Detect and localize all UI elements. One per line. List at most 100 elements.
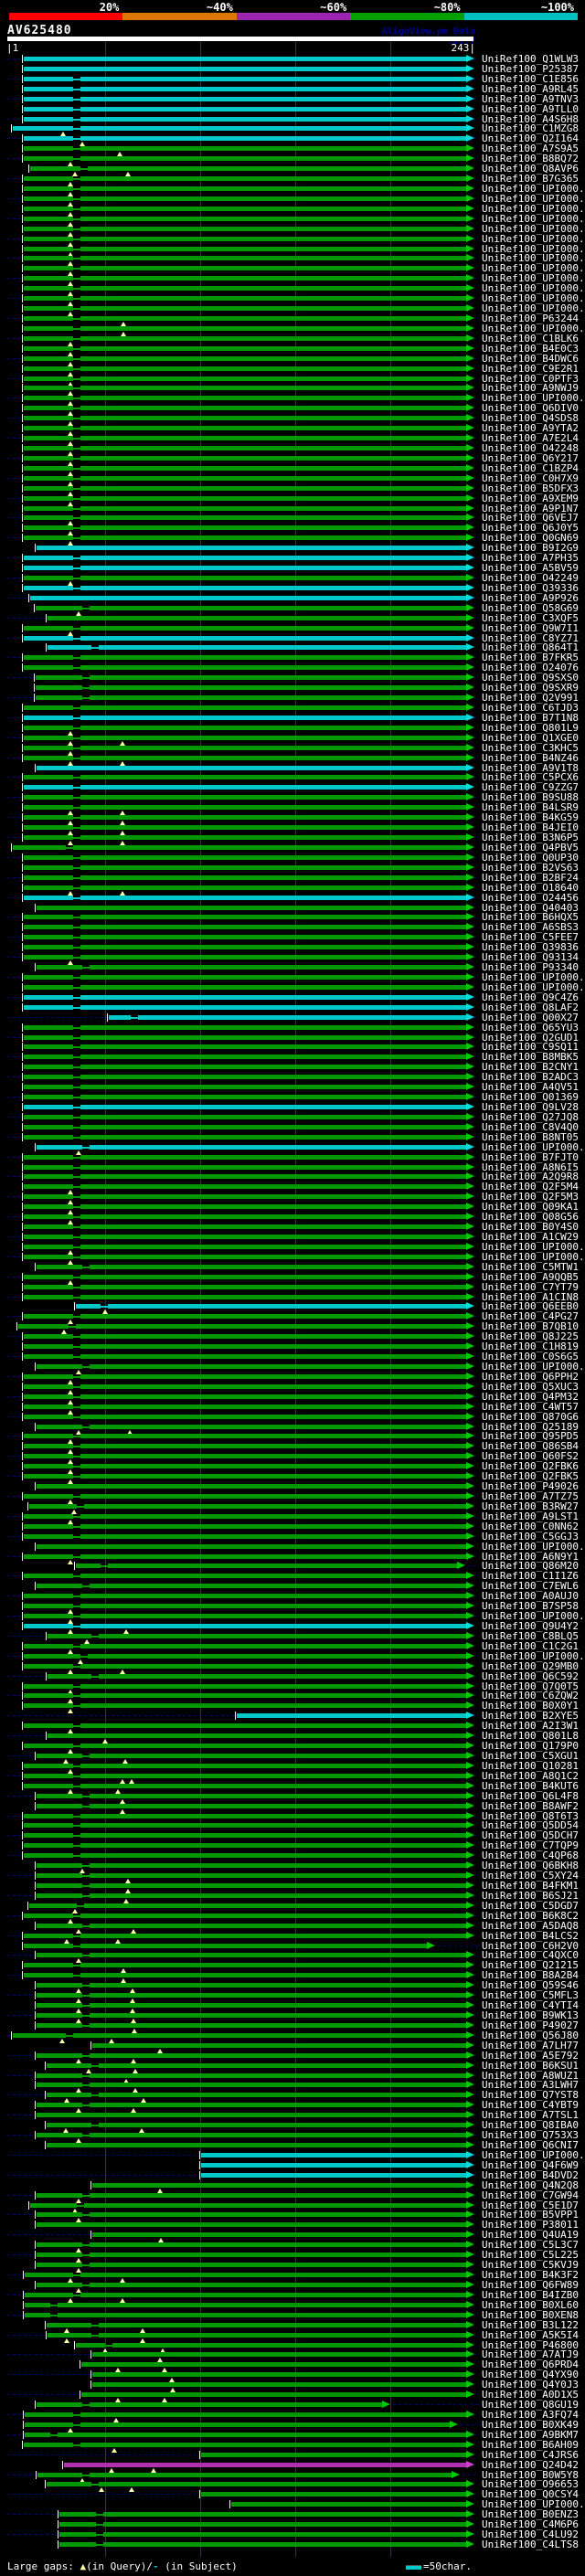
hit-bar-gap-segment: [73, 1167, 80, 1169]
hit-bar-arrow-icon: [466, 2510, 474, 2518]
hit-bar-arrow-icon: [466, 1612, 474, 1619]
hit-bar: [24, 1194, 73, 1199]
hit-bar-gap-segment: [82, 2055, 90, 2057]
hit-start-tick: [22, 663, 23, 672]
hit-bar-arrow-icon: [466, 1981, 474, 1988]
hit-bar: [24, 576, 73, 580]
hit-bar-gap-segment: [73, 877, 80, 879]
hit-bar: [80, 825, 466, 830]
hit-bar-gap-segment: [73, 1277, 80, 1278]
hit-bar-gap-segment: [73, 1066, 80, 1068]
hit-bar-gap-segment: [73, 1406, 80, 1408]
hit-bar-arrow-icon: [466, 594, 474, 601]
hit-bar-gap-segment: [82, 2075, 90, 2077]
hit-bar-arrow-icon: [466, 1762, 474, 1769]
hit-start-tick: [22, 394, 23, 402]
hit-start-tick: [22, 1273, 23, 1281]
hit-bar: [37, 2003, 82, 2008]
hit-bar-gap-segment: [73, 428, 80, 429]
hit-bar-arrow-icon: [466, 2271, 474, 2278]
hit-bar: [24, 1774, 73, 1778]
hit-start-tick: [35, 1882, 36, 1890]
hit-bar: [80, 1534, 466, 1539]
hit-bar-gap-segment: [73, 138, 80, 140]
hit-bar: [47, 2323, 91, 2327]
hit-bar: [90, 2013, 466, 2018]
hit-bar-gap-segment: [73, 128, 80, 130]
hit-bar-gap-segment: [73, 79, 80, 80]
hit-start-tick: [11, 843, 12, 852]
hit-bar: [80, 2412, 466, 2417]
hit-start-tick: [35, 2011, 36, 2019]
hit-bar-gap-segment: [73, 1536, 80, 1538]
hit-bar-arrow-icon: [466, 2431, 474, 2438]
hit-bar-gap-segment: [73, 977, 80, 979]
hit-start-tick: [90, 2350, 91, 2359]
hit-bar: [90, 2133, 466, 2137]
hit-bar: [201, 2453, 466, 2457]
hit-bar-arrow-icon: [457, 1562, 465, 1569]
hit-bar-gap-segment: [73, 1745, 80, 1747]
hit-bar-arrow-icon: [466, 1273, 474, 1280]
hit-start-tick: [22, 484, 23, 493]
hit-bar: [37, 2253, 82, 2257]
hit-bar: [80, 1664, 466, 1669]
hit-start-tick: [22, 2441, 23, 2449]
hit-start-tick: [35, 2101, 36, 2109]
hit-bar: [24, 1394, 73, 1399]
hit-bar-arrow-icon: [466, 993, 474, 1001]
hit-bar: [80, 1944, 427, 1948]
hit-bar: [90, 606, 466, 610]
hit-bar: [59, 2532, 96, 2537]
hit-bar: [48, 616, 466, 620]
hit-bar-arrow-icon: [466, 2480, 474, 2487]
hit-bar-arrow-icon: [466, 2350, 474, 2358]
hit-bar: [80, 896, 466, 900]
hit-bar-gap-segment: [73, 1386, 80, 1388]
hit-bar: [80, 1934, 466, 1938]
hit-start-tick: [22, 324, 23, 333]
hit-start-tick: [74, 2341, 75, 2349]
hit-bar-arrow-icon: [466, 2031, 474, 2039]
hit-bar: [92, 2382, 466, 2387]
hit-start-tick: [22, 195, 23, 203]
hit-bar-arrow-icon: [466, 554, 474, 561]
hit-bar: [24, 1843, 73, 1848]
hit-bar-gap-segment: [73, 758, 80, 759]
hit-bar: [80, 1374, 466, 1379]
hit-bar-arrow-icon: [450, 2421, 458, 2428]
hit-start-tick: [34, 604, 35, 612]
hit-bar: [36, 675, 82, 680]
hit-bar-arrow-icon: [466, 1133, 474, 1140]
hit-bar: [80, 126, 466, 131]
hit-bar-arrow-icon: [466, 504, 474, 512]
hit-start-tick: [22, 1293, 23, 1301]
hit-bar: [24, 1085, 73, 1089]
hit-bar: [24, 1075, 73, 1079]
hit-bar: [48, 645, 91, 650]
hit-start-tick: [22, 874, 23, 882]
hit-bar-gap-segment: [101, 1306, 108, 1308]
hit-start-tick: [35, 1922, 36, 1930]
hit-bar: [24, 1184, 73, 1189]
hit-start-tick: [34, 684, 35, 692]
hit-bar-arrow-icon: [466, 1143, 474, 1150]
hit-bar: [37, 2013, 82, 2018]
scale-segment: [9, 13, 123, 20]
hit-bar-gap-segment: [73, 1776, 80, 1777]
hit-bar-gap-segment: [73, 249, 80, 250]
hit-start-tick: [22, 1223, 23, 1231]
hit-bar: [24, 156, 73, 161]
hit-bar-arrow-icon: [466, 643, 474, 651]
hit-bar: [24, 346, 73, 351]
hit-bar: [80, 346, 466, 351]
hit-label[interactable]: UniRef100_C4LTS8: [482, 2539, 582, 2549]
hit-bar: [80, 1574, 466, 1578]
hit-start-tick: [22, 1193, 23, 1201]
hit-start-tick: [22, 793, 23, 801]
hit-bar-gap-segment: [73, 1376, 80, 1378]
hit-start-tick: [22, 264, 23, 272]
hit-bar: [80, 1604, 466, 1608]
hit-bar: [80, 396, 466, 400]
hit-start-tick: [22, 215, 23, 223]
